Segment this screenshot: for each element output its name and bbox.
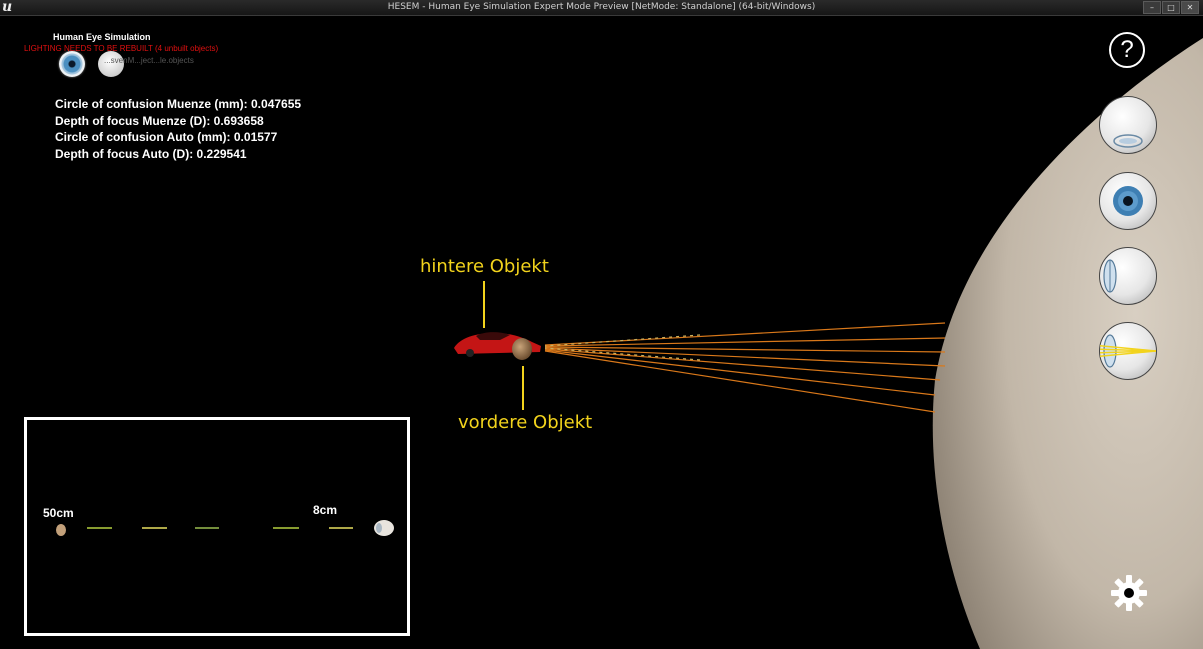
eye-rays-icon: [1091, 334, 1157, 368]
eye-front-button[interactable]: [1099, 172, 1157, 230]
eyeball-large: [932, 38, 1203, 649]
eye-lens-button[interactable]: [1099, 96, 1157, 154]
eye-rays-button[interactable]: [1091, 322, 1157, 380]
help-button[interactable]: ?: [1109, 32, 1145, 68]
gear-icon[interactable]: [1110, 574, 1148, 612]
eye-lens-icon: [1113, 134, 1143, 148]
light-rays: [544, 322, 946, 413]
eye-side-button[interactable]: [1099, 247, 1157, 305]
coin-object: [512, 338, 532, 360]
minimap-coin: [56, 524, 66, 536]
eye-side-icon: [1103, 259, 1117, 293]
minimap-scene: [56, 520, 394, 536]
label-front-object: vordere Objekt: [458, 412, 593, 433]
eye-front-icon: [1113, 186, 1143, 216]
minimap-panel: 50cm 8cm: [24, 417, 410, 636]
label-back-object: hintere Objekt: [420, 256, 549, 277]
